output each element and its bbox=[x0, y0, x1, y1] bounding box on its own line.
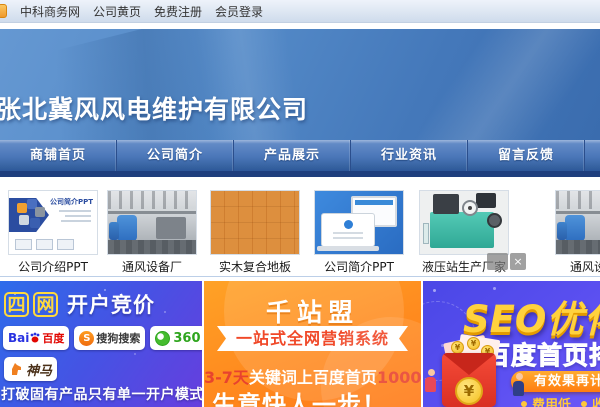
site-logo-icon bbox=[0, 4, 7, 18]
carousel-divider bbox=[0, 276, 600, 277]
page: 中科商务网 公司黄页 免费注册 会员登录 张北冀风风电维护有限公司 商铺首页 公… bbox=[0, 0, 600, 407]
ppt-slide-title: 公司简介PPT bbox=[50, 197, 93, 207]
dots-decoration bbox=[433, 289, 436, 292]
sogou-s-icon: S bbox=[79, 331, 94, 346]
topbar-link-home[interactable]: 中科商务网 bbox=[20, 3, 80, 20]
ad-banner-seo[interactable]: SEO优化 百度首页排名 有效果再计费 费用低 收 ¥ ¥ ¥ ¥ bbox=[423, 281, 600, 407]
boxed-char: 网 bbox=[33, 292, 58, 317]
topbar-link-yellow-pages[interactable]: 公司黄页 bbox=[93, 3, 141, 20]
person-illustration bbox=[425, 369, 437, 392]
company-name-title: 张北冀风风电维护有限公司 bbox=[0, 90, 308, 126]
qianzhanmeng-title: 千站盟 bbox=[204, 293, 421, 329]
product-thumbnail-ppt-intro[interactable]: 公司简介PPT bbox=[8, 190, 98, 255]
product-carousel: 公司简介PPT 公司介绍PPT 通风设备厂 实木复合 bbox=[0, 177, 600, 276]
product-thumbnail-wood-floor[interactable] bbox=[210, 190, 300, 255]
360-circle-icon bbox=[155, 331, 170, 346]
coin-icon: ¥ bbox=[467, 337, 480, 350]
product-thumbnail-ppt-profile[interactable] bbox=[314, 190, 404, 255]
product-item[interactable]: 通风设备厂 bbox=[107, 190, 197, 275]
shenma-horse-icon bbox=[9, 362, 23, 376]
qianzhanmeng-slogan: 生意快人一步！ bbox=[212, 385, 387, 407]
four-net-slogan: 打破固有产品只有单一开户模式 bbox=[1, 384, 202, 404]
company-banner: 张北冀风风电维护有限公司 bbox=[0, 29, 600, 140]
product-thumbnail-ventilation-factory[interactable] bbox=[107, 190, 197, 255]
red-envelope-illustration: ¥ ¥ ¥ ¥ bbox=[437, 337, 503, 407]
topbar-link-register[interactable]: 免费注册 bbox=[154, 3, 202, 20]
ad-label-overlay bbox=[487, 253, 508, 270]
product-caption[interactable]: 通风设备厂 bbox=[555, 258, 600, 275]
product-item[interactable]: 通风设备厂 bbox=[555, 190, 600, 275]
nav-item-feedback[interactable]: 留言反馈 bbox=[468, 140, 585, 171]
four-net-title: 四 网 开户竞价 bbox=[4, 289, 155, 319]
sogou-logo: S 搜狗搜索 bbox=[74, 326, 145, 350]
boxed-char: 四 bbox=[4, 292, 29, 317]
product-thumbnail-ventilation-factory[interactable] bbox=[555, 190, 600, 255]
nav-item-shop-home[interactable]: 商铺首页 bbox=[0, 140, 117, 171]
ad-close-button[interactable]: × bbox=[510, 253, 526, 270]
product-thumbnail-hydraulic-station[interactable] bbox=[419, 190, 509, 255]
nav-item-industry-news[interactable]: 行业资讯 bbox=[351, 140, 468, 171]
qianzhanmeng-ribbon: 一站式全网营销系统 bbox=[217, 326, 408, 351]
topbar-link-login[interactable]: 会员登录 bbox=[215, 3, 263, 20]
product-caption[interactable]: 公司简介PPT bbox=[314, 258, 404, 275]
product-caption[interactable]: 公司介绍PPT bbox=[8, 258, 98, 275]
product-item[interactable]: 公司简介PPT bbox=[314, 190, 404, 275]
product-item[interactable]: 实木复合地板 bbox=[210, 190, 300, 275]
big-coin-icon: ¥ bbox=[455, 377, 483, 405]
ad-banner-four-net[interactable]: 四 网 开户竞价 Bai 百度 S 搜狗搜索 bbox=[0, 281, 202, 407]
product-caption[interactable]: 实木复合地板 bbox=[210, 258, 300, 275]
ad-row: 四 网 开户竞价 Bai 百度 S 搜狗搜索 bbox=[0, 281, 600, 407]
person-illustration bbox=[513, 373, 525, 396]
product-item[interactable]: 公司简介PPT 公司介绍PPT bbox=[8, 190, 98, 275]
baidu-paw-icon bbox=[29, 332, 41, 344]
four-net-title-rest: 开户竞价 bbox=[67, 289, 155, 319]
360-logo: 360 bbox=[150, 326, 202, 350]
topbar: 中科商务网 公司黄页 免费注册 会员登录 bbox=[0, 0, 600, 23]
nav-item-company-profile[interactable]: 公司简介 bbox=[117, 140, 234, 171]
nav-item-products[interactable]: 产品展示 bbox=[234, 140, 351, 171]
ad-banner-qianzhanmeng[interactable]: 千站盟 一站式全网营销系统 3-7天关键词上百度首页1000+ 生意快人一步！ bbox=[204, 281, 421, 407]
product-caption[interactable]: 通风设备厂 bbox=[107, 258, 197, 275]
main-nav: 商铺首页 公司简介 产品展示 行业资讯 留言反馈 bbox=[0, 140, 600, 171]
shenma-logo: 神马 bbox=[4, 357, 57, 381]
baidu-logo: Bai 百度 bbox=[3, 326, 69, 350]
